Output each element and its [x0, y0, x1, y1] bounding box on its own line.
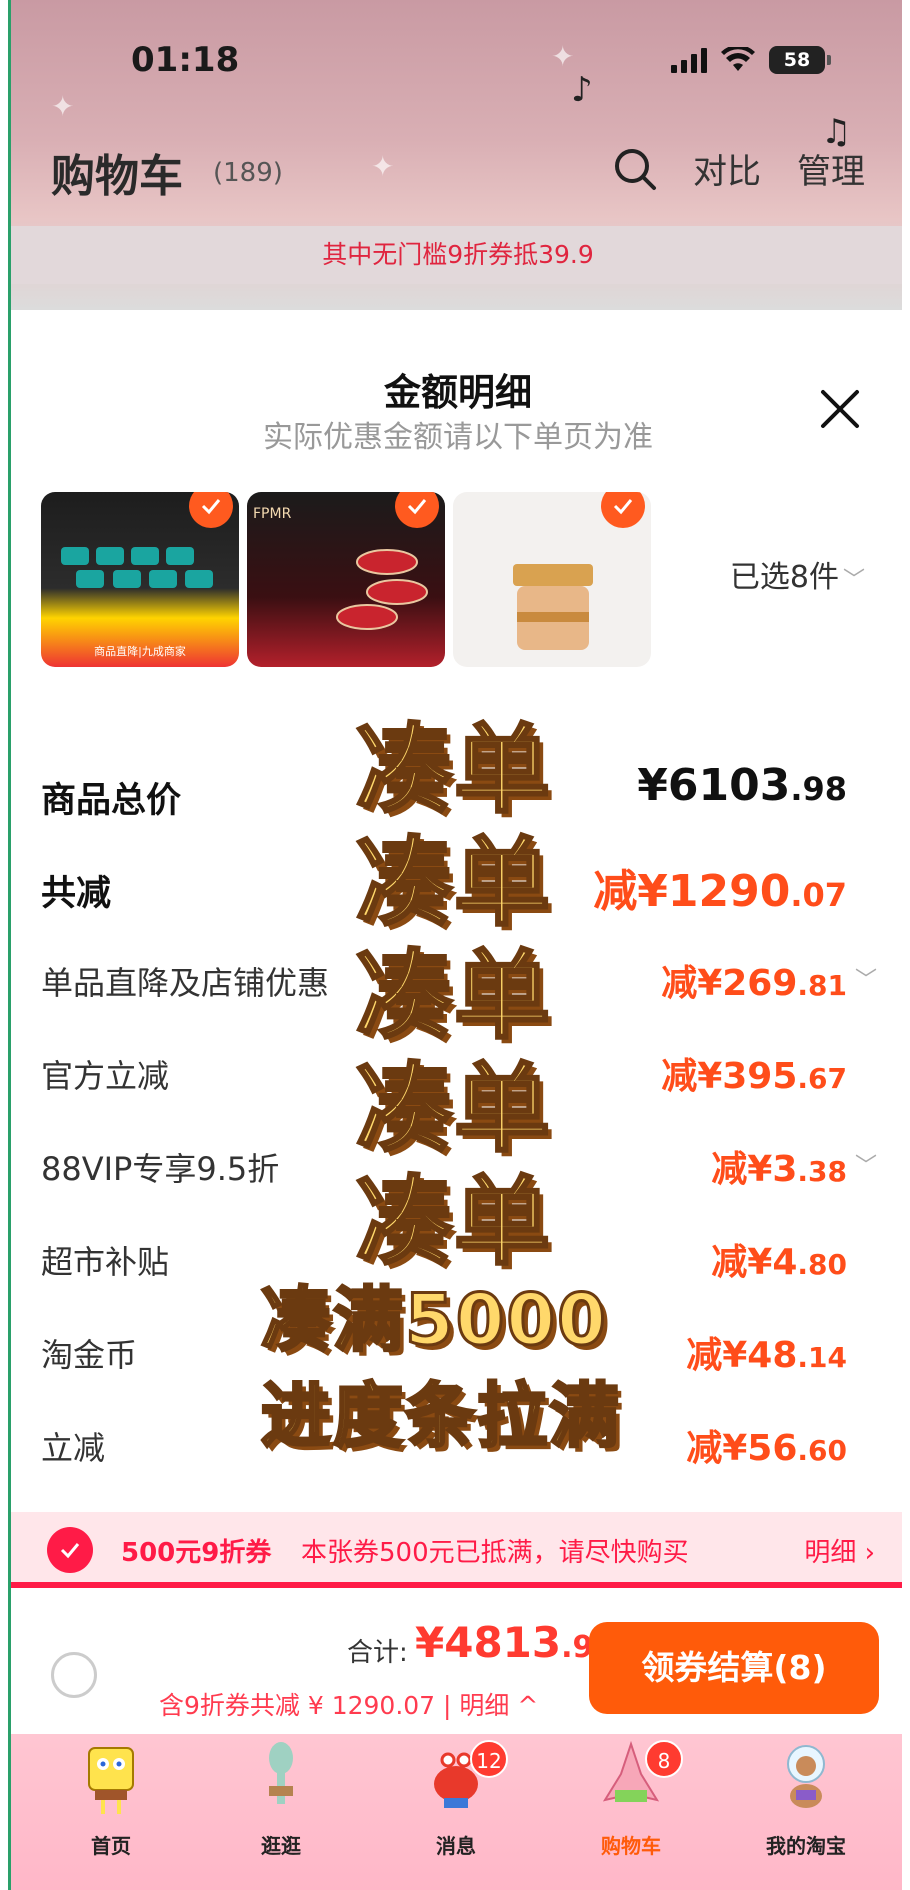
- bottom-tab-bar: 首页 逛逛 12 消息 8 购物车 我的淘宝: [11, 1734, 902, 1890]
- chevron-down-icon: ﹀: [854, 968, 877, 993]
- wifi-icon: [721, 47, 755, 71]
- overlay-sticker-text: 凑满5000: [260, 1278, 608, 1363]
- coupon-check-icon: [47, 1527, 93, 1573]
- status-time: 01:18: [131, 40, 240, 80]
- row-amount: ¥6103.98: [637, 760, 847, 811]
- row-amount: 减¥269.81: [661, 963, 847, 1004]
- app-screen: ✦ ✦ ✦ ♪ ♫ 01:18 58 购物车 (189) 对比 管理 其中无门槛…: [8, 0, 902, 1890]
- checkout-button[interactable]: 领券结算(8): [589, 1622, 879, 1714]
- row-label: 单品直降及店铺优惠: [41, 964, 330, 1002]
- sheet-title: 金额明细: [384, 371, 532, 414]
- status-icons: 58: [671, 46, 831, 74]
- sheet-subtitle: 实际优惠金额请以下单页为准: [263, 420, 653, 455]
- page-header: 购物车 (189) 对比 管理: [51, 140, 865, 202]
- row-amount: 减¥48.14: [686, 1335, 847, 1376]
- sparkle-icon: ✦: [51, 90, 75, 123]
- search-icon[interactable]: [613, 147, 657, 191]
- tab-my-taobao[interactable]: 我的淘宝: [726, 1734, 886, 1890]
- message-badge: 12: [470, 1740, 508, 1778]
- row-label: 官方立减: [41, 1057, 170, 1095]
- row-label: 商品总价: [41, 781, 182, 821]
- thumbnail-caption: 商品直降|九成商家: [94, 645, 186, 658]
- select-all-radio[interactable]: [51, 1652, 97, 1698]
- coupon-name: 500元9折券: [121, 1538, 272, 1568]
- close-icon[interactable]: [815, 384, 865, 434]
- status-bar: 01:18 58: [11, 38, 902, 88]
- chevron-down-icon: ﹀: [842, 568, 865, 593]
- sum-label: 合计:: [347, 1638, 408, 1668]
- header-actions: 对比 管理: [613, 144, 865, 193]
- row-label: 共减: [41, 874, 112, 914]
- discount-note: 含9折券共减 ¥ 1290.07 | 明细 ^: [159, 1691, 539, 1720]
- selected-count-button[interactable]: 已选8件 ﹀: [730, 552, 865, 596]
- cart-header-area: ✦ ✦ ✦ ♪ ♫ 01:18 58 购物车 (189) 对比 管理 其中无门槛…: [11, 0, 902, 310]
- row-amount: 减¥56.60: [686, 1428, 847, 1469]
- row-label: 超市补贴: [41, 1243, 170, 1281]
- selected-count: 已选8件: [729, 560, 839, 595]
- row-amount: 减¥1290.07: [593, 866, 847, 917]
- sandy-icon: [787, 1745, 825, 1808]
- row-amount: 减¥395.67: [661, 1056, 847, 1097]
- thumbnail-caption: FPMR: [253, 506, 292, 522]
- signal-icon: [671, 47, 707, 73]
- tab-label: 购物车: [601, 1834, 661, 1858]
- coupon-desc: 本张券500元已抵满，请尽快购买: [301, 1538, 689, 1568]
- tab-label: 首页: [91, 1834, 131, 1858]
- tab-label: 逛逛: [261, 1834, 301, 1858]
- tab-messages[interactable]: 12 消息: [376, 1734, 536, 1890]
- coupon-bar[interactable]: 500元9折券 本张券500元已抵满，请尽快购买 明细 ›: [11, 1512, 902, 1588]
- manage-button[interactable]: 管理: [797, 144, 865, 193]
- cart-count: (189): [213, 158, 283, 188]
- row-amount: 减¥4.80: [711, 1242, 847, 1283]
- row-label: 淘金币: [41, 1336, 138, 1374]
- tab-browse[interactable]: 逛逛: [201, 1734, 361, 1890]
- battery-icon: 58: [769, 46, 831, 74]
- compare-button[interactable]: 对比: [693, 144, 761, 193]
- row-label: 88VIP专享9.5折: [41, 1150, 280, 1188]
- page-title: 购物车: [51, 151, 183, 202]
- selected-items: 商品直降|九成商家 FPMR: [41, 492, 661, 667]
- product-thumbnail[interactable]: [453, 492, 651, 667]
- coupon-detail-link[interactable]: 明细 ›: [804, 1532, 875, 1569]
- overlay-sticker-text: 凑单: [355, 1165, 552, 1280]
- chevron-down-icon: ﹀: [854, 1154, 877, 1179]
- row-label: 立减: [41, 1429, 106, 1467]
- tab-home[interactable]: 首页: [31, 1734, 191, 1890]
- sum-amount: ¥4813.91: [415, 1618, 615, 1667]
- amount-detail-sheet: 金额明细 实际优惠金额请以下单页为准 商品直降|九成商家 FPMR 已选8件 ﹀…: [11, 312, 902, 1722]
- squidward-icon: [269, 1742, 293, 1804]
- overlay-sticker-text: 进度条拉满: [260, 1374, 621, 1459]
- discount-detail-link[interactable]: 明细 ^: [459, 1691, 538, 1720]
- tab-label: 我的淘宝: [766, 1834, 846, 1858]
- coupon-notice: 其中无门槛9折券抵39.9: [11, 226, 902, 284]
- cart-badge: 8: [645, 1740, 683, 1778]
- spongebob-icon: [88, 1747, 134, 1814]
- row-amount: 减¥3.38: [711, 1149, 847, 1190]
- product-thumbnail[interactable]: FPMR: [247, 492, 445, 667]
- product-thumbnail[interactable]: 商品直降|九成商家: [41, 492, 239, 667]
- checkout-bar: 合计: ¥4813.91 含9折券共减 ¥ 1290.07 | 明细 ^ 领券结…: [11, 1594, 902, 1734]
- tab-label: 消息: [436, 1834, 476, 1858]
- tab-cart[interactable]: 8 购物车: [551, 1734, 711, 1890]
